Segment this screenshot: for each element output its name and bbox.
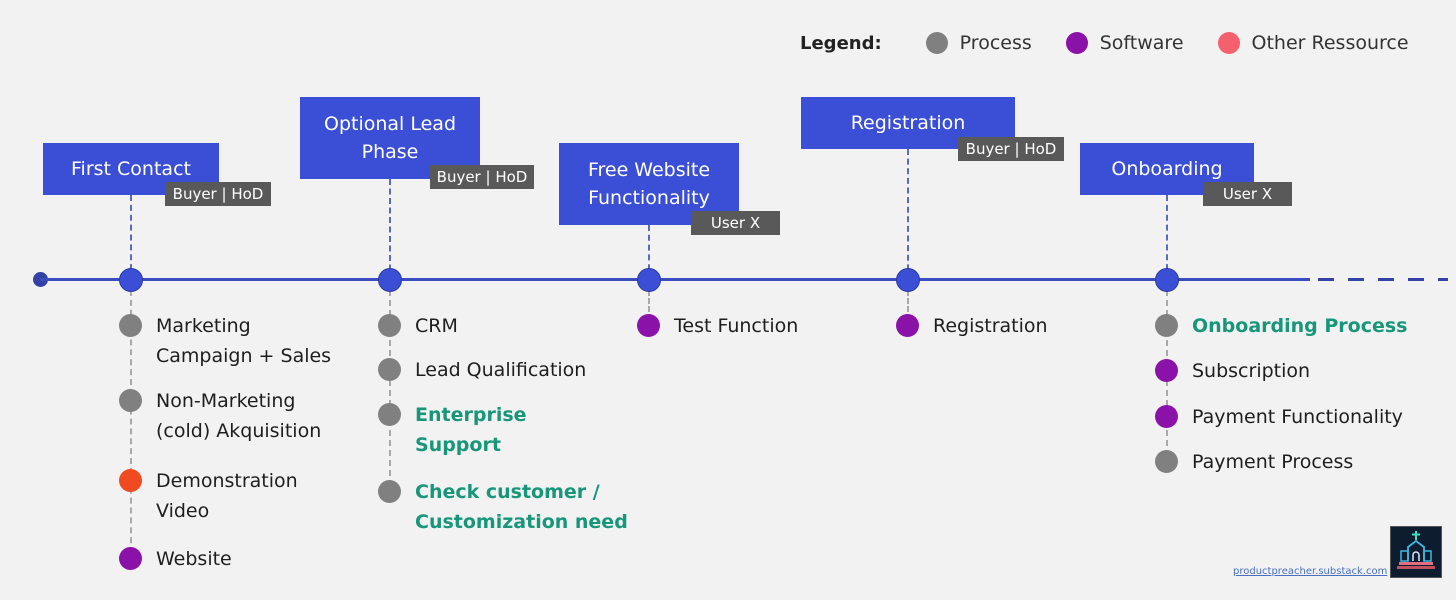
legend-item-other: Other Ressource [1217, 32, 1409, 54]
phase-connector [907, 149, 909, 280]
list-item: Website [119, 544, 232, 574]
process-dot-icon [119, 314, 142, 337]
list-item: Demonstration Video [119, 466, 298, 526]
item-label: Registration [933, 315, 1048, 337]
item-label: Onboarding Process [1192, 315, 1408, 337]
role-tag: User X [1203, 182, 1292, 206]
item-label: Lead Qualification [415, 359, 587, 381]
substack-link[interactable]: productpreacher.substack.com [1233, 566, 1387, 577]
process-dot-icon [1155, 450, 1178, 473]
item-label: CRM [415, 315, 458, 337]
software-dot-icon [1065, 32, 1088, 54]
list-item: Onboarding Process [1155, 311, 1408, 341]
software-dot-icon [1155, 359, 1178, 382]
role-tag: User X [691, 211, 780, 235]
list-item: CRM [378, 311, 458, 341]
list-item: Non-Marketing (cold) Akquisition [119, 386, 321, 446]
list-item: Lead Qualification [378, 355, 586, 385]
item-label: Enterprise Support [415, 404, 527, 456]
legend: Legend: Process Software Other Ressource [800, 28, 1443, 58]
other-dot-icon [119, 469, 142, 492]
list-item: Payment Functionality [1155, 402, 1403, 432]
software-dot-icon [637, 314, 660, 337]
role-tag: Buyer | HoD [165, 182, 271, 206]
process-dot-icon [119, 389, 142, 412]
list-item: Subscription [1155, 356, 1310, 386]
timeline-continuation [1318, 278, 1448, 281]
timeline-node-optional-lead-phase[interactable] [378, 268, 402, 292]
list-item: Test Function [637, 311, 798, 341]
list-item: Enterprise Support [378, 400, 527, 460]
process-dot-icon [378, 358, 401, 381]
role-tag: Buyer | HoD [430, 165, 534, 189]
timeline-axis [40, 278, 1310, 281]
item-label: Demonstration Video [156, 470, 298, 522]
item-label: Payment Functionality [1192, 406, 1403, 428]
timeline-node-first-contact[interactable] [119, 268, 143, 292]
item-label: Payment Process [1192, 451, 1354, 473]
list-item: Registration [896, 311, 1048, 341]
software-dot-icon [1155, 405, 1178, 428]
legend-label: Other Ressource [1251, 32, 1409, 54]
list-item: Payment Process [1155, 447, 1353, 477]
process-dot-icon [378, 314, 401, 337]
item-label: Check customer / Customization need [415, 481, 628, 533]
software-dot-icon [896, 314, 919, 337]
church-logo-icon [1390, 526, 1442, 578]
phase-connector [389, 179, 391, 280]
legend-label: Process [959, 32, 1032, 54]
role-tag: Buyer | HoD [958, 137, 1064, 161]
item-label: Website [156, 548, 232, 570]
legend-label: Software [1099, 32, 1184, 54]
timeline-node-registration[interactable] [896, 268, 920, 292]
timeline-node-free-website-functionality[interactable] [637, 268, 661, 292]
list-item: Marketing Campaign + Sales [119, 311, 331, 371]
legend-item-process: Process [925, 32, 1032, 54]
item-label: Subscription [1192, 360, 1311, 382]
item-label: Non-Marketing (cold) Akquisition [156, 390, 322, 442]
item-label: Test Function [674, 315, 799, 337]
timeline-node-onboarding[interactable] [1155, 268, 1179, 292]
legend-title: Legend: [800, 32, 882, 54]
process-dot-icon [1155, 314, 1178, 337]
process-dot-icon [378, 480, 401, 503]
other-resource-dot-icon [1217, 32, 1240, 54]
process-dot-icon [925, 32, 948, 54]
legend-item-software: Software [1065, 32, 1184, 54]
item-label: Marketing Campaign + Sales [156, 315, 332, 367]
process-dot-icon [378, 403, 401, 426]
software-dot-icon [119, 547, 142, 570]
list-item: Check customer / Customization need [378, 477, 628, 537]
